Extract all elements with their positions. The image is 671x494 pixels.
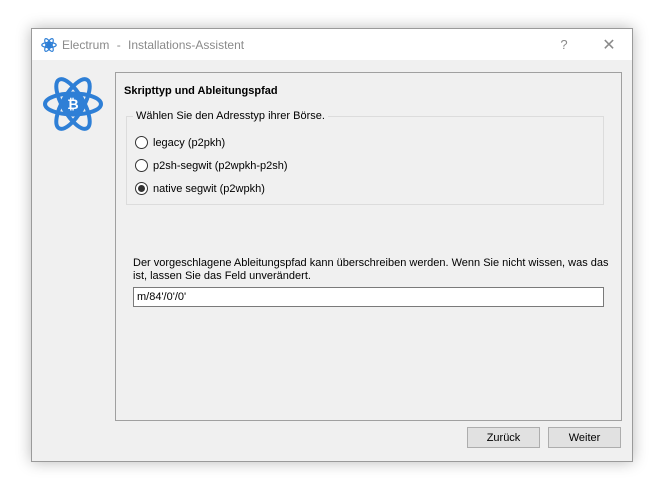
radio-legacy-button[interactable] (135, 136, 148, 149)
radio-p2sh-segwit-label: p2sh-segwit (p2wpkh-p2sh) (153, 159, 288, 172)
electrum-icon (41, 38, 57, 52)
derivation-path-hint: Der vorgeschlagene Ableitungspfad kann ü… (133, 257, 609, 282)
radio-p2sh-segwit-button[interactable] (135, 159, 148, 172)
electrum-logo: ₿ (43, 77, 103, 131)
window-title: Electrum - Installations-Assistent (62, 38, 244, 52)
radio-legacy-label: legacy (p2pkh) (153, 136, 226, 149)
back-button[interactable]: Zurück (467, 427, 540, 448)
installation-wizard-window: Electrum - Installations-Assistent ? ✕ ₿… (31, 28, 633, 462)
app-name: Electrum (62, 38, 110, 52)
page-title: Skripttyp und Ableitungspfad (124, 85, 278, 97)
close-button[interactable]: ✕ (587, 29, 631, 60)
derivation-path-input[interactable] (133, 287, 604, 307)
address-type-group: Wählen Sie den Adresstyp ihrer Börse. le… (126, 110, 604, 205)
radio-native-segwit-button[interactable] (135, 182, 148, 195)
title-bar: Electrum - Installations-Assistent ? ✕ (32, 29, 632, 60)
title-separator: - (116, 38, 121, 52)
radio-legacy[interactable]: legacy (p2pkh) (135, 136, 225, 149)
radio-p2sh-segwit[interactable]: p2sh-segwit (p2wpkh-p2sh) (135, 159, 288, 172)
help-button[interactable]: ? (542, 29, 586, 60)
address-type-group-title: Wählen Sie den Adresstyp ihrer Börse. (133, 110, 328, 122)
wizard-title: Installations-Assistent (128, 38, 245, 52)
radio-native-segwit[interactable]: native segwit (p2wpkh) (135, 182, 265, 195)
radio-native-segwit-label: native segwit (p2wpkh) (153, 182, 265, 195)
radio-selected-dot (138, 185, 145, 192)
next-button[interactable]: Weiter (548, 427, 621, 448)
wizard-content-panel: Skripttyp und Ableitungspfad Wählen Sie … (115, 72, 622, 421)
bitcoin-symbol-icon: ₿ (67, 97, 78, 113)
